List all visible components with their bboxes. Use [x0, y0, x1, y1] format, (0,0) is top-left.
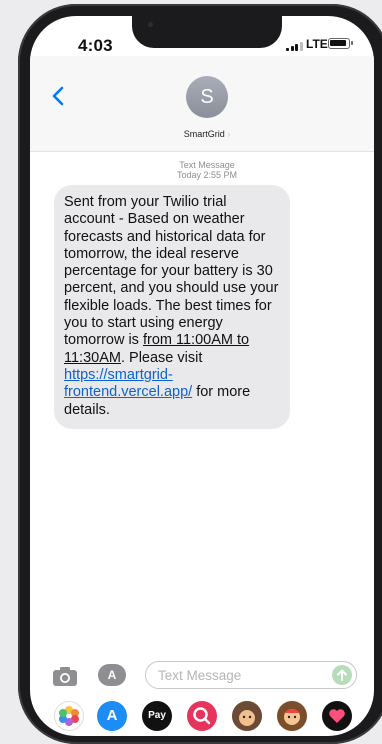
notch: [132, 16, 282, 48]
contact-name[interactable]: SmartGrid ›: [30, 129, 374, 139]
message-link[interactable]: https://smartgrid-frontend.vercel.app/: [64, 367, 192, 400]
search-images-icon[interactable]: [187, 701, 217, 731]
send-arrow-icon: [337, 669, 347, 681]
message-text-1: Sent from your Twilio trial account - Ba…: [64, 194, 279, 349]
imessage-app-dock: A Pay: [30, 699, 374, 736]
photos-app-icon[interactable]: [54, 701, 84, 731]
contact-chevron-icon: ›: [227, 129, 231, 139]
message-timestamp: Today 2:55 PM: [176, 170, 238, 180]
app-drawer-button[interactable]: A: [98, 664, 126, 686]
conversation-header: S SmartGrid ›: [30, 56, 374, 152]
apple-pay-icon[interactable]: Pay: [142, 701, 172, 731]
network-label: LTE: [306, 37, 328, 51]
digital-touch-icon[interactable]: [322, 701, 352, 731]
memoji-icon[interactable]: [232, 701, 262, 731]
message-input[interactable]: Text Message: [145, 661, 357, 689]
message-input-placeholder: Text Message: [158, 668, 242, 683]
send-button[interactable]: [332, 665, 352, 685]
front-camera: [148, 22, 153, 27]
app-store-icon[interactable]: A: [97, 701, 127, 731]
phone-screen: 4:03 LTE S SmartGrid › Text Message Toda…: [30, 16, 374, 736]
contact-avatar[interactable]: S: [186, 76, 228, 118]
app-store-glyph-icon: A: [107, 668, 117, 682]
camera-icon[interactable]: [52, 665, 78, 692]
back-chevron-icon[interactable]: [52, 86, 64, 111]
signal-icon: [286, 42, 303, 51]
message-type-label: Text Message: [179, 160, 235, 170]
message-text-2: . Please visit: [120, 349, 203, 366]
status-time: 4:03: [78, 36, 113, 55]
contact-name-label: SmartGrid: [183, 129, 225, 139]
incoming-message-bubble: Sent from your Twilio trial account - Ba…: [54, 185, 290, 429]
composer-bar: A Text Message: [30, 659, 374, 699]
memoji-stickers-icon[interactable]: [277, 701, 307, 731]
battery-icon: [328, 38, 353, 49]
